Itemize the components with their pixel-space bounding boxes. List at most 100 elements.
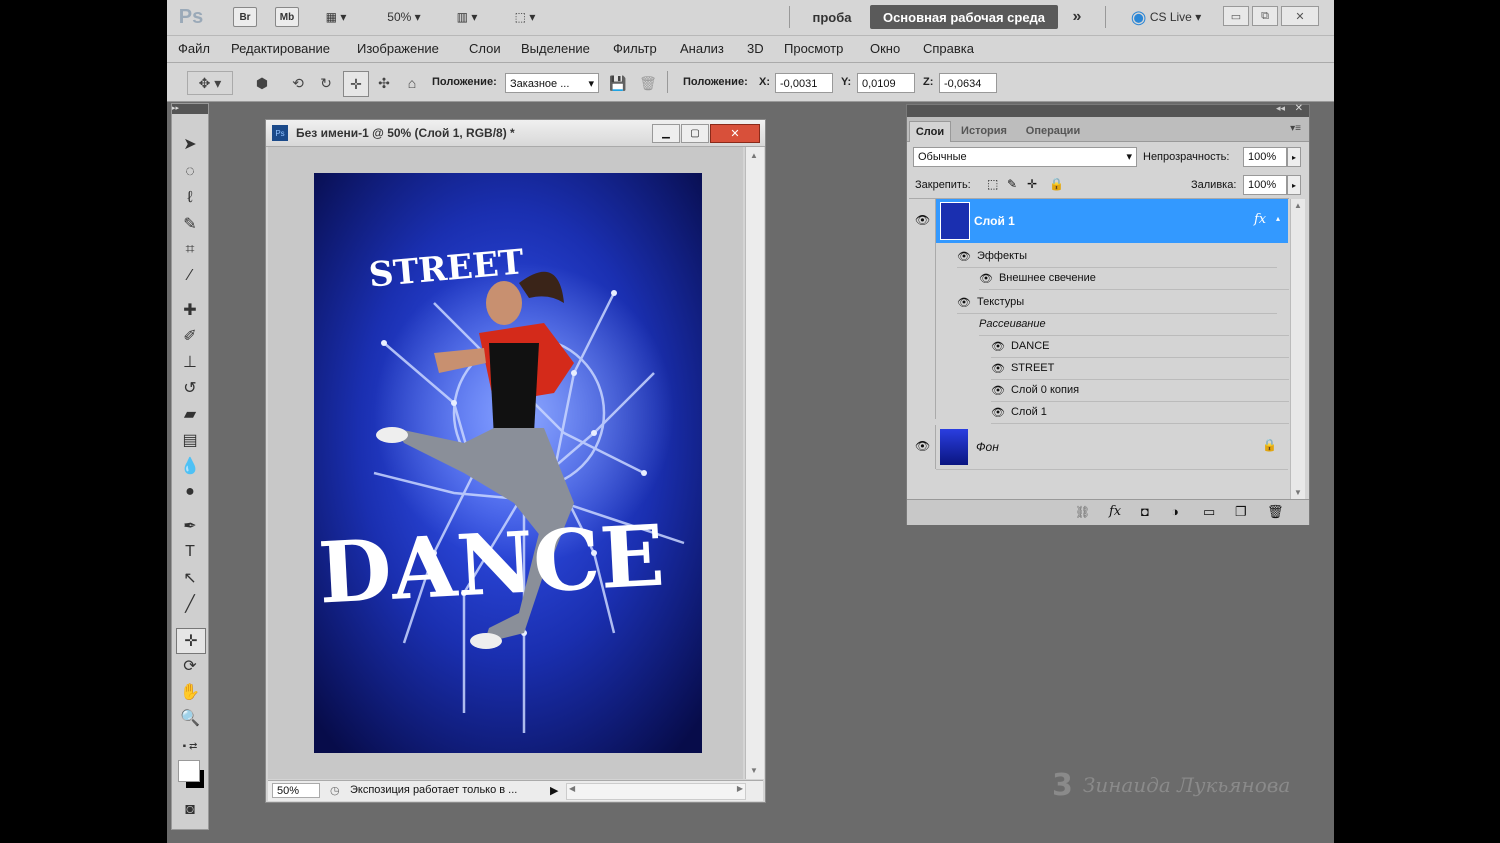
fx-icon[interactable]: fx <box>1254 212 1266 227</box>
lock-position-icon[interactable]: ✛ <box>1027 177 1037 191</box>
doc-close-button[interactable]: ✕ <box>710 124 760 143</box>
eye-icon[interactable]: 👁 <box>991 406 1005 419</box>
lasso-tool-icon[interactable]: ℓ <box>176 186 204 210</box>
eye-icon[interactable]: 👁 <box>991 340 1005 353</box>
3d-object-tool-icon[interactable]: ✛ <box>176 628 206 654</box>
menu-help[interactable]: Справка <box>923 41 974 56</box>
more-workspaces-icon[interactable]: » <box>1065 7 1089 27</box>
workspace-name[interactable]: проба <box>807 7 857 27</box>
lock-all-icon[interactable]: 🔒 <box>1049 177 1064 191</box>
eye-icon[interactable]: 👁 <box>979 272 993 285</box>
position-dropdown[interactable]: Заказное ... ▾ <box>505 73 599 93</box>
slide-3d-icon[interactable]: ✣ <box>373 72 395 94</box>
workspace-switcher-button[interactable]: Основная рабочая среда <box>870 5 1058 29</box>
tab-layers[interactable]: Слои <box>909 121 951 142</box>
menu-layers[interactable]: Слои <box>469 41 501 56</box>
tools-collapse-icon[interactable]: ▸▸ <box>172 104 208 114</box>
add-style-icon[interactable]: fx <box>1109 504 1121 519</box>
tab-actions[interactable]: Операции <box>1019 121 1087 141</box>
path-select-tool-icon[interactable]: ↖ <box>176 566 204 590</box>
poster-canvas[interactable]: STREET DANCE <box>314 173 702 753</box>
healing-brush-icon[interactable]: ✚ <box>176 298 204 322</box>
z-field[interactable]: -0,0634 <box>939 73 997 93</box>
vertical-scrollbar[interactable]: ▲ ▼ <box>745 147 764 779</box>
delete-layer-icon[interactable]: 🗑 <box>1267 504 1284 520</box>
scatter-row[interactable]: Рассеивание <box>979 313 1289 336</box>
menu-view[interactable]: Просмотр <box>784 41 843 56</box>
pen-tool-icon[interactable]: ✒ <box>176 514 204 538</box>
y-field[interactable]: 0,0109 <box>857 73 915 93</box>
scroll-left-icon[interactable]: ◀ <box>569 784 575 793</box>
arrange-documents-button[interactable]: ▥ ▾ <box>447 7 487 27</box>
restore-button[interactable]: ⧉ <box>1252 6 1278 26</box>
stamp-tool-icon[interactable]: ⊥ <box>176 350 204 374</box>
hand-tool-icon[interactable]: ✋ <box>176 680 204 704</box>
tool-preset-picker[interactable]: ✥ ▾ <box>187 71 233 95</box>
delete-position-icon[interactable]: 🗑 <box>637 72 659 94</box>
scroll-up-icon[interactable]: ▲ <box>1294 201 1302 210</box>
panel-menu-icon[interactable]: ▾≡ <box>1290 123 1301 134</box>
eye-icon[interactable]: 👁 <box>991 384 1005 397</box>
blur-tool-icon[interactable]: 💧 <box>176 454 204 478</box>
horizontal-scrollbar[interactable]: ◀ ▶ <box>566 783 746 800</box>
eye-icon[interactable]: 👁 <box>991 362 1005 375</box>
scroll-down-icon[interactable]: ▼ <box>750 766 758 775</box>
brush-tool-icon[interactable]: ✐ <box>176 324 204 348</box>
eye-icon[interactable]: 👁 <box>957 250 971 263</box>
return-to-initial-icon[interactable]: ⬢ <box>251 72 273 94</box>
minibridge-button[interactable]: Mb <box>275 7 299 27</box>
eraser-tool-icon[interactable]: ▰ <box>176 402 204 426</box>
move-tool-icon[interactable]: ➤ <box>176 132 204 156</box>
status-zoom-field[interactable]: 50% <box>272 783 320 798</box>
new-layer-icon[interactable]: ❐ <box>1235 504 1247 520</box>
collapse-panel-icon[interactable]: ◂◂ <box>1276 103 1285 114</box>
sublayer-row[interactable]: 👁 DANCE <box>991 335 1289 358</box>
gradient-tool-icon[interactable]: ▤ <box>176 428 204 452</box>
layers-scrollbar[interactable]: ▲ ▼ <box>1290 199 1305 499</box>
doc-maximize-button[interactable]: ▢ <box>681 124 709 143</box>
rotate-3d-icon[interactable]: ⟲ <box>287 72 309 94</box>
x-field[interactable]: -0,0031 <box>775 73 833 93</box>
fill-field[interactable]: 100% <box>1243 175 1287 195</box>
close-button[interactable]: ✕ <box>1281 6 1319 26</box>
fill-slider-toggle[interactable]: ▸ <box>1287 175 1301 195</box>
opacity-slider-toggle[interactable]: ▸ <box>1287 147 1301 167</box>
sublayer-row[interactable]: 👁 STREET <box>991 357 1289 380</box>
sublayer-row[interactable]: 👁 Слой 0 копия <box>991 379 1289 402</box>
tab-history[interactable]: История <box>953 121 1015 141</box>
layer-visibility-cell[interactable]: 👁 <box>909 425 936 469</box>
add-mask-icon[interactable]: ◘ <box>1141 504 1149 519</box>
quick-mask-icon[interactable]: ◙ <box>176 798 204 822</box>
type-tool-icon[interactable]: T <box>176 540 204 564</box>
scroll-up-icon[interactable]: ▲ <box>750 151 758 160</box>
foreground-color-swatch[interactable] <box>178 760 200 782</box>
new-group-icon[interactable]: ▭ <box>1203 504 1215 520</box>
layer-row-background[interactable]: Фон 🔒 <box>936 425 1288 470</box>
dodge-tool-icon[interactable]: ● <box>176 480 204 504</box>
menu-image[interactable]: Изображение <box>357 41 439 56</box>
eyedropper-tool-icon[interactable]: ⁄ <box>176 264 204 288</box>
menu-edit[interactable]: Редактирование <box>231 41 330 56</box>
zoom-dropdown[interactable]: 50% ▾ <box>379 7 429 27</box>
lock-transparency-icon[interactable]: ⬚ <box>987 177 998 191</box>
scale-3d-icon[interactable]: ⌂ <box>401 72 423 94</box>
3d-camera-tool-icon[interactable]: ⟳ <box>176 654 204 678</box>
menu-file[interactable]: Файл <box>178 41 210 56</box>
menu-3d[interactable]: 3D <box>747 41 764 56</box>
menu-analysis[interactable]: Анализ <box>680 41 724 56</box>
outer-glow-row[interactable]: 👁 Внешнее свечение <box>979 267 1289 290</box>
crop-tool-icon[interactable]: ⌗ <box>176 238 204 262</box>
canvas-area[interactable]: STREET DANCE <box>268 147 743 779</box>
minimize-button[interactable]: ▭ <box>1223 6 1249 26</box>
menu-window[interactable]: Окно <box>870 41 900 56</box>
eye-icon[interactable]: 👁 <box>957 296 971 309</box>
marquee-tool-icon[interactable]: ◌ <box>176 160 204 184</box>
link-layers-icon[interactable]: ⛓ <box>1075 505 1090 519</box>
blend-mode-dropdown[interactable]: Обычные ▾ <box>913 147 1137 167</box>
document-title-bar[interactable]: Ps Без имени-1 @ 50% (Слой 1, RGB/8) * ▁… <box>266 120 765 147</box>
save-position-icon[interactable]: 💾 <box>607 72 629 94</box>
history-brush-icon[interactable]: ↺ <box>176 376 204 400</box>
sublayer-row[interactable]: 👁 Слой 1 <box>991 401 1289 424</box>
opacity-field[interactable]: 100% <box>1243 147 1287 167</box>
view-extras-button[interactable]: ▦ ▾ <box>316 7 356 27</box>
